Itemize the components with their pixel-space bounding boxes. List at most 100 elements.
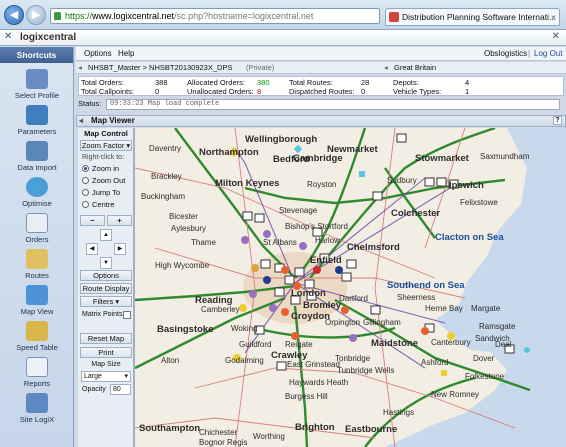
map-label: Folkestone — [465, 372, 505, 381]
map-label: Tonbridge — [335, 354, 371, 363]
map-label: Eastbourne — [345, 424, 398, 435]
collapse-arrow-icon[interactable]: ◂ — [79, 116, 83, 125]
pan-up-icon[interactable]: ▲ — [100, 229, 112, 241]
reset-map-button[interactable]: Reset Map — [80, 333, 132, 344]
sidebar-item-optimise[interactable]: Optimise — [0, 177, 74, 208]
lock-icon — [54, 12, 61, 20]
back-arrow-icon[interactable]: ◀ — [4, 5, 24, 25]
sidebar-item-parameters[interactable]: Parameters — [0, 105, 74, 136]
sidebar-item-orders[interactable]: Orders — [0, 213, 74, 244]
site-logix-icon — [26, 393, 48, 413]
map-label: Worthing — [253, 432, 285, 441]
options-button[interactable]: Options — [80, 270, 132, 281]
matrix-points-checkbox[interactable] — [123, 311, 131, 319]
collapse-icon[interactable]: ✕ — [4, 31, 12, 42]
radio-centre[interactable]: Centre — [82, 200, 115, 209]
map-label: Cambridge — [293, 153, 343, 164]
zoom-out-button[interactable]: − — [80, 215, 105, 226]
sidebar-item-reports[interactable]: Reports — [0, 357, 74, 388]
pan-left-icon[interactable]: ◀ — [86, 243, 98, 255]
refresh-icon[interactable]: ◂ — [78, 63, 82, 72]
map-label: Thame — [191, 238, 216, 247]
unallocated-orders-value: 8 — [257, 87, 262, 96]
stats-panel: Total Orders: 388 Total Callpoints: 0 Al… — [78, 76, 564, 96]
radio-zoom-in[interactable]: Zoom in — [82, 164, 119, 173]
pan-pad: ▲ ◀ ▶ ▼ — [84, 229, 128, 269]
map-control-title: Map Control — [84, 129, 128, 138]
map-label: Brackley — [151, 172, 182, 181]
map-label: Aylesbury — [171, 224, 206, 233]
map-label: Harlow — [315, 236, 340, 245]
radio-zoom-out[interactable]: Zoom Out — [82, 176, 125, 185]
map-label: Crawley — [271, 350, 308, 361]
map-label: Wellingborough — [245, 134, 318, 145]
radio-jump-to[interactable]: Jump To — [82, 188, 120, 197]
sidebar-title: Shortcuts — [0, 47, 73, 63]
sidebar-item-select-profile[interactable]: Select Profile — [0, 69, 74, 100]
map-label: Felixstowe — [460, 198, 498, 207]
forward-arrow-icon[interactable]: ▶ — [26, 5, 46, 25]
map-label: Burgess Hill — [285, 392, 328, 401]
menu-options[interactable]: Options — [84, 49, 112, 58]
sidebar-item-map-view[interactable]: Map View — [0, 285, 74, 316]
map-label: Margate — [471, 304, 501, 313]
opacity-input[interactable]: 80 — [110, 384, 131, 395]
map-label: St Albans — [263, 238, 297, 247]
map-label: Maidstone — [371, 338, 418, 349]
map-label: East Grinstead — [287, 360, 340, 369]
pan-right-icon[interactable]: ▶ — [114, 243, 126, 255]
filters-dropdown[interactable]: Filters ▾ — [80, 296, 132, 307]
map-label: Northampton — [199, 147, 259, 158]
tab-close-icon[interactable]: × — [551, 9, 556, 25]
map-label: Southampton — [139, 423, 201, 434]
dispatched-routes-value: 0 — [361, 87, 366, 96]
route-display-dropdown[interactable]: Route Display ▾ — [80, 283, 132, 302]
close-icon[interactable]: ✕ — [552, 31, 560, 42]
map-label: Bognor Regis — [199, 438, 248, 447]
app-brand: logixcentral — [20, 32, 77, 43]
total-orders-value: 388 — [155, 78, 168, 87]
map-label: Buckingham — [141, 192, 186, 201]
sidebar-item-data-import[interactable]: Data Import — [0, 141, 74, 172]
map-label: Hastings — [383, 408, 415, 417]
map-label: Milton Keynes — [215, 178, 280, 189]
map-label: Sheerness — [397, 293, 436, 302]
map-label: Woking — [231, 324, 258, 333]
total-callpoints-value: 0 — [155, 87, 160, 96]
map-canvas[interactable]: Wellingborough Daventry Northampton Newm… — [134, 128, 566, 447]
speed-table-icon — [26, 321, 48, 341]
menu-help[interactable]: Help — [118, 49, 134, 58]
map-label: Camberley — [201, 305, 240, 314]
map-label: Bromley — [303, 300, 342, 311]
map-label: Herne Bay — [425, 304, 463, 313]
map-label: Basingstoke — [157, 324, 214, 335]
zoom-in-button[interactable]: + — [107, 215, 132, 226]
address-bar[interactable]: https://www.logixcentral.net/sc.php?host… — [50, 8, 380, 24]
map-label: High Wycombe — [155, 261, 210, 270]
sidebar-item-speed-table[interactable]: Speed Table — [0, 321, 74, 352]
map-label: Enfield — [310, 255, 342, 266]
map-label: Saxmundham — [480, 152, 530, 161]
user-name: Obslogistics — [484, 49, 528, 58]
browser-titlebar: ◀ ▶ https://www.logixcentral.net/sc.php?… — [0, 0, 566, 30]
data-import-icon — [26, 141, 48, 161]
pan-down-icon[interactable]: ▼ — [100, 257, 112, 269]
map-control-panel: Map Control Zoom Factor ▾ Right-click to… — [78, 128, 134, 447]
map-label: Stowmarket — [415, 153, 469, 164]
zoom-factor-dropdown[interactable]: Zoom Factor ▾ — [80, 140, 132, 151]
logout-link[interactable]: Log Out — [534, 49, 562, 58]
sidebar-item-routes[interactable]: Routes — [0, 249, 74, 280]
region-name: Great Britain — [394, 63, 437, 72]
sidebar-item-site-logix[interactable]: Site LogiX — [0, 393, 74, 424]
browser-tab[interactable]: Distribution Planning Software Internati… — [385, 8, 560, 26]
map-label: Canterbury — [431, 338, 471, 347]
orders-icon — [26, 213, 48, 233]
map-size-select[interactable]: Large ▾ — [81, 371, 131, 382]
help-button[interactable]: ? — [553, 116, 562, 125]
print-button[interactable]: Print — [80, 347, 132, 358]
map-label: Guildford — [239, 340, 272, 349]
breadcrumb: ◂ NHSBT_Master > NHSBT20130923X_DPS (Pri… — [76, 62, 566, 74]
favicon-icon — [389, 12, 399, 22]
map-label: Colchester — [391, 208, 441, 219]
map-label: Brighton — [295, 422, 335, 433]
